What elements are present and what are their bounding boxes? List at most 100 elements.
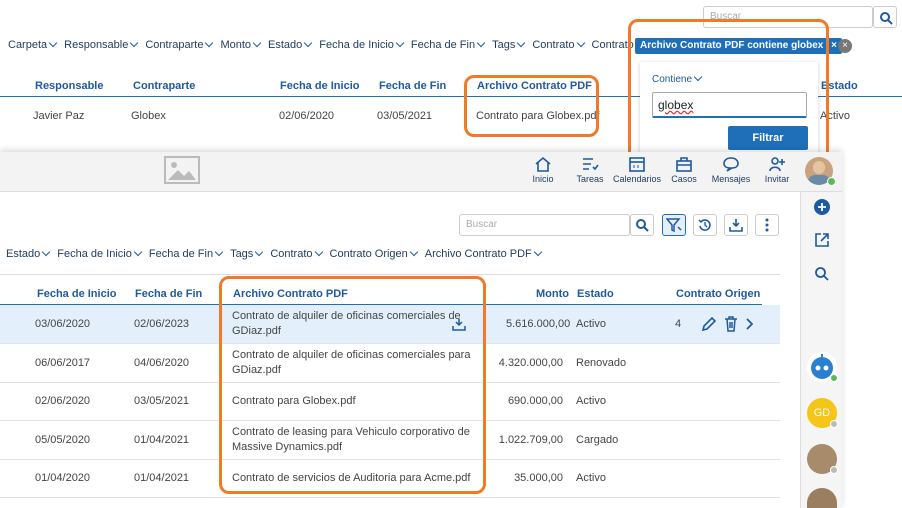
kebab-menu-icon xyxy=(765,218,769,232)
history-button[interactable] xyxy=(693,214,717,236)
online-status-dot xyxy=(827,177,836,186)
chevron-down-icon xyxy=(409,247,419,257)
header-fecha-fin[interactable]: Fecha de Fin xyxy=(135,288,202,300)
highlight-pdf-column xyxy=(219,276,486,494)
avatar-face xyxy=(813,161,825,174)
filter-tags[interactable]: Tags xyxy=(230,247,264,260)
image-placeholder-icon xyxy=(164,156,200,184)
back-search-button[interactable] xyxy=(873,6,897,28)
chevron-down-icon xyxy=(314,247,323,257)
row-fecha-fin: 04/06/2020 xyxy=(134,357,190,369)
search-input[interactable]: Buscar xyxy=(459,214,630,236)
back-filter-contraparte[interactable]: Contraparte xyxy=(145,38,214,51)
chevron-down-icon xyxy=(395,38,405,48)
chevron-down-icon xyxy=(130,38,139,48)
nav-tareas[interactable]: Tareas xyxy=(565,156,615,184)
row-fecha-inicio: 06/06/2017 xyxy=(35,357,91,369)
nav-invitar[interactable]: Invitar xyxy=(752,156,802,184)
highlight-back-pdf-cell xyxy=(464,75,599,137)
back-header-contraparte[interactable]: Contraparte xyxy=(133,80,195,92)
trash-icon[interactable] xyxy=(724,316,738,332)
filter-fecha-inicio[interactable]: Fecha de Inicio xyxy=(57,247,143,260)
chevron-down-icon xyxy=(533,247,543,257)
top-navigation-bar: Inicio Tareas Calendarios Casos Mensajes… xyxy=(0,152,842,192)
download-button[interactable] xyxy=(724,214,748,236)
row-estado: Activo xyxy=(576,318,606,330)
header-monto[interactable]: Monto xyxy=(536,288,569,300)
row-monto: 35.000,00 xyxy=(514,472,563,484)
nav-casos[interactable]: Casos xyxy=(659,156,709,184)
back-row-fecha-inicio: 02/06/2020 xyxy=(279,110,335,122)
header-fecha-inicio[interactable]: Fecha de Inicio xyxy=(37,288,116,300)
back-header-fecha-inicio[interactable]: Fecha de Inicio xyxy=(280,80,359,92)
edit-pencil-icon[interactable] xyxy=(701,316,717,332)
row-contrato-origen: 4 xyxy=(675,318,682,330)
row-fecha-fin: 01/04/2021 xyxy=(134,472,190,484)
back-filter-fecha-fin[interactable]: Fecha de Fin xyxy=(411,38,486,51)
row-estado: Activo xyxy=(576,395,606,407)
tasks-icon xyxy=(583,158,599,171)
search-button[interactable] xyxy=(630,214,654,236)
foreground-screen: Inicio Tareas Calendarios Casos Mensajes… xyxy=(0,152,842,508)
row-monto: 5.616.000,00 xyxy=(506,318,571,330)
briefcase-icon xyxy=(676,157,692,172)
chat-icon xyxy=(723,157,739,172)
nav-inicio[interactable]: Inicio xyxy=(518,156,568,184)
row-monto: 4.320.000,00 xyxy=(498,357,563,369)
back-filter-fecha-inicio[interactable]: Fecha de Inicio xyxy=(319,38,405,51)
back-filter-contrato[interactable]: Contrato xyxy=(532,38,585,51)
nav-mensajes[interactable]: Mensajes xyxy=(706,156,756,184)
row-fecha-fin: 03/05/2021 xyxy=(134,395,190,407)
nav-tareas-label: Tareas xyxy=(576,174,604,184)
filter-contrato[interactable]: Contrato xyxy=(270,247,323,260)
filter-contrato-origen[interactable]: Contrato Origen xyxy=(330,247,419,260)
filter-archivo-pdf[interactable]: Archivo Contrato PDF xyxy=(425,247,543,260)
search-icon[interactable] xyxy=(814,266,830,282)
back-header-fecha-fin[interactable]: Fecha de Fin xyxy=(379,80,446,92)
chip-close-icon[interactable]: × xyxy=(831,40,837,51)
external-link-icon[interactable] xyxy=(814,232,830,248)
background-screen: Buscar Carpeta Responsable Contraparte M… xyxy=(0,0,902,161)
history-icon xyxy=(698,219,711,231)
nav-inicio-label: Inicio xyxy=(532,174,554,184)
row-estado: Cargado xyxy=(576,434,619,446)
row-fecha-inicio: 01/04/2020 xyxy=(35,472,91,484)
table-top-border xyxy=(0,274,780,275)
row-monto: 1.022.709,00 xyxy=(498,434,563,446)
back-filter-estado[interactable]: Estado xyxy=(268,38,313,51)
search-icon xyxy=(880,12,893,25)
back-filter-monto[interactable]: Monto xyxy=(220,38,262,51)
header-contrato-origen[interactable]: Contrato Origen xyxy=(676,288,760,300)
filter-estado[interactable]: Estado xyxy=(6,247,51,260)
filter-button[interactable] xyxy=(662,214,686,236)
chevron-down-icon xyxy=(133,247,143,257)
back-filter-tags[interactable]: Tags xyxy=(492,38,526,51)
nav-calendarios[interactable]: Calendarios xyxy=(612,156,662,184)
download-icon xyxy=(729,219,743,232)
more-options-button[interactable] xyxy=(755,214,779,236)
header-estado[interactable]: Estado xyxy=(577,288,614,300)
bot-status-dot xyxy=(830,374,838,382)
chevron-down-icon xyxy=(214,247,224,257)
back-filter-responsable[interactable]: Responsable xyxy=(64,38,139,51)
calendar-icon xyxy=(629,157,645,172)
chevron-down-icon xyxy=(517,38,526,48)
right-sidebar: GD xyxy=(800,192,842,508)
chat-add-icon[interactable] xyxy=(813,198,831,216)
filter-bar: Estado Fecha de Inicio Fecha de Fin Tags… xyxy=(6,247,549,260)
contact-status-dot xyxy=(830,420,838,428)
row-estado: Renovado xyxy=(576,357,627,369)
clear-filters-icon[interactable]: × xyxy=(838,39,852,53)
row-fecha-inicio: 03/06/2020 xyxy=(35,318,91,330)
chevron-down-icon xyxy=(476,38,486,48)
highlight-filter-panel xyxy=(628,19,829,161)
back-filter-carpeta[interactable]: Carpeta xyxy=(8,38,58,51)
nav-calendarios-label: Calendarios xyxy=(612,174,662,184)
back-header-responsable[interactable]: Responsable xyxy=(35,80,103,92)
chevron-down-icon xyxy=(252,38,262,48)
chevron-right-icon[interactable] xyxy=(745,318,753,330)
filter-fecha-fin[interactable]: Fecha de Fin xyxy=(149,247,224,260)
contact-avatar-photo-2[interactable] xyxy=(807,488,837,508)
chevron-down-icon xyxy=(42,247,51,257)
chevron-down-icon xyxy=(48,38,58,48)
